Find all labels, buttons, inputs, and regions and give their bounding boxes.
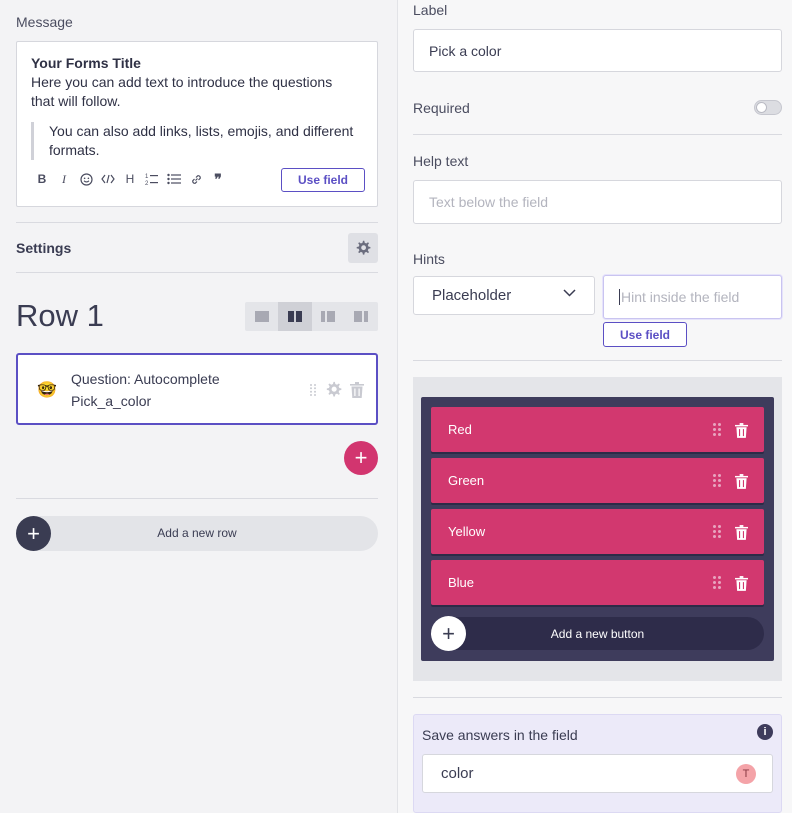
divider [413, 134, 782, 135]
text-caret [619, 289, 620, 305]
choice-button[interactable]: Yellow [431, 509, 764, 554]
message-quote-line1: You can also add links, lists, emojis, a… [49, 123, 354, 139]
left-panel: Message Your Forms Title Here you can ad… [0, 0, 398, 813]
message-editor[interactable]: Your Forms Title Here you can add text t… [16, 41, 378, 207]
help-text-title: Help text [413, 153, 469, 169]
hints-select-value: Placeholder [432, 287, 512, 304]
hint-use-field-button[interactable]: Use field [603, 322, 687, 347]
toggle-knob [756, 102, 767, 113]
drag-handle-icon[interactable] [712, 422, 722, 437]
label-input[interactable]: Pick a color [413, 29, 782, 72]
hints-title: Hints [413, 251, 445, 267]
layout-left-narrow-icon [321, 311, 336, 322]
ordered-list-icon[interactable]: 12 [141, 169, 163, 189]
add-row-label: Add a new row [157, 526, 237, 540]
add-choice-button[interactable]: + Add a new button [431, 616, 764, 651]
drag-handle-icon[interactable] [712, 524, 722, 539]
divider [16, 498, 378, 499]
layout-left-narrow-option[interactable] [312, 302, 345, 331]
format-toolbar: B I H 12 ❞ [31, 169, 229, 189]
gear-icon[interactable] [325, 381, 342, 398]
drag-handle-icon[interactable] [309, 383, 317, 397]
drag-handle-icon[interactable] [712, 575, 722, 590]
message-quote: You can also add links, lists, emojis, a… [31, 122, 363, 160]
save-answers-box: Save answers in the field i color T [413, 714, 782, 813]
code-icon[interactable] [97, 169, 119, 189]
row-title: Row 1 [16, 298, 104, 333]
layout-full-icon [254, 311, 269, 322]
message-use-field-button[interactable]: Use field [281, 168, 365, 192]
hint-placeholder: Hint inside the field [621, 289, 740, 305]
layout-half-option[interactable] [278, 302, 312, 331]
choice-label: Blue [448, 575, 475, 590]
trash-icon[interactable] [735, 474, 748, 489]
choice-button[interactable]: Green [431, 458, 764, 503]
hints-type-select[interactable]: Placeholder [413, 276, 595, 315]
choices-preview: Red Green Yellow Blue + Add a new button [421, 397, 774, 661]
info-icon[interactable]: i [757, 724, 773, 740]
question-name: Pick_a_color [71, 393, 152, 409]
divider [413, 697, 782, 698]
save-field-input[interactable]: color T [422, 754, 773, 793]
required-label: Required [413, 100, 470, 116]
settings-gear-button[interactable] [348, 233, 378, 263]
message-title: Your Forms Title [31, 55, 141, 71]
question-actions [309, 381, 364, 398]
message-label: Message [16, 14, 73, 30]
layout-right-narrow-icon [354, 311, 369, 322]
required-toggle[interactable] [754, 100, 782, 115]
save-field-value: color [441, 765, 474, 782]
label-field-title: Label [413, 2, 448, 18]
choices-area: Red Green Yellow Blue + Add a new button [413, 377, 782, 681]
choice-label: Yellow [448, 524, 486, 539]
italic-button[interactable]: I [53, 169, 75, 189]
choice-label: Green [448, 473, 485, 488]
svg-text:2: 2 [145, 181, 149, 186]
help-text-input[interactable]: Text below the field [413, 180, 782, 224]
add-row-button[interactable]: + Add a new row [16, 516, 378, 551]
drag-handle-icon[interactable] [712, 473, 722, 488]
hint-input[interactable]: Hint inside the field [603, 275, 782, 319]
right-panel: Label Pick a color Required Help text Te… [399, 0, 792, 813]
choice-button[interactable]: Red [431, 407, 764, 452]
add-choice-label: Add a new button [550, 627, 645, 641]
heading-button[interactable]: H [119, 169, 141, 189]
trash-icon[interactable] [735, 576, 748, 591]
row-layout-selector [245, 302, 378, 331]
settings-label: Settings [16, 240, 72, 256]
quote-icon[interactable]: ❞ [207, 169, 229, 189]
bullet-list-icon[interactable] [163, 169, 185, 189]
choice-button[interactable]: Blue [431, 560, 764, 605]
layout-half-icon [287, 311, 302, 322]
add-question-button[interactable]: + [344, 441, 378, 475]
question-card[interactable]: 🤓 Question: Autocomplete Pick_a_color [16, 353, 378, 425]
divider [413, 360, 782, 361]
chevron-down-icon [563, 289, 576, 297]
choice-label: Red [448, 422, 472, 437]
question-emoji: 🤓 [37, 382, 57, 399]
trash-icon[interactable] [735, 423, 748, 438]
trash-icon[interactable] [735, 525, 748, 540]
avatar: T [736, 764, 756, 784]
message-text-line1: Here you can add text to introduce the q… [31, 74, 333, 90]
message-text-line2: that will follow. [31, 93, 121, 109]
svg-text:1: 1 [145, 174, 149, 180]
trash-icon[interactable] [350, 381, 364, 398]
save-answers-label: Save answers in the field [422, 727, 578, 743]
gear-icon [356, 240, 371, 255]
divider [16, 272, 378, 273]
link-icon[interactable] [185, 169, 207, 189]
question-type: Question: Autocomplete [71, 371, 220, 387]
divider [16, 222, 378, 223]
message-quote-line2: formats. [49, 142, 100, 158]
layout-full-option[interactable] [245, 302, 278, 331]
bold-button[interactable]: B [31, 169, 53, 189]
layout-right-narrow-option[interactable] [345, 302, 378, 331]
smile-icon[interactable] [75, 169, 97, 189]
